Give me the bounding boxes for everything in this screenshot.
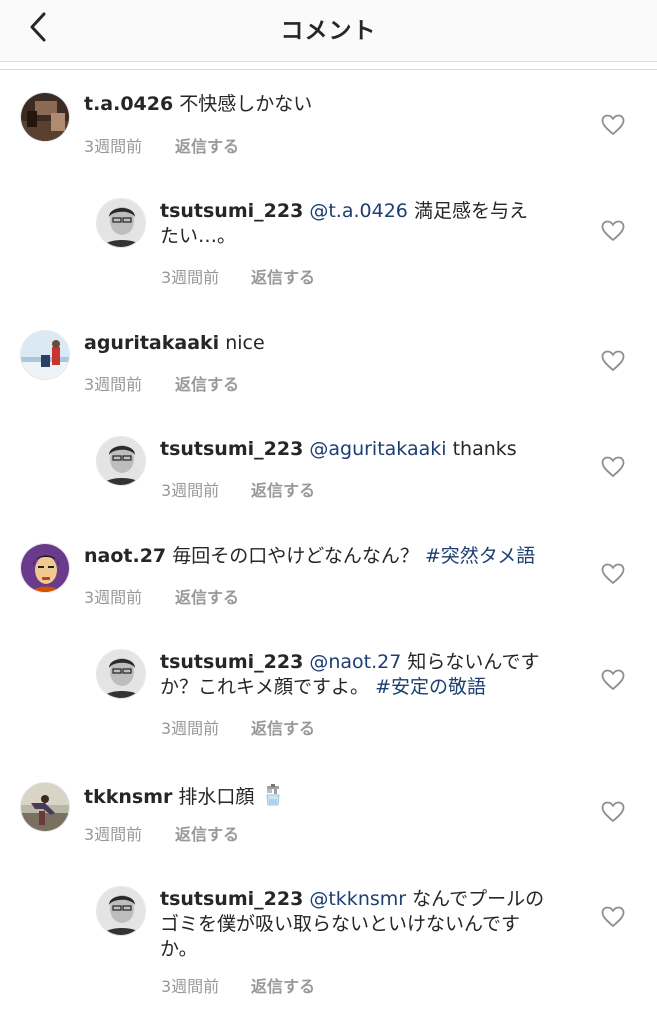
comment-text: tkknsmr 排水口顔: [84, 783, 574, 810]
heart-icon: [601, 220, 625, 242]
like-button[interactable]: [601, 801, 625, 823]
avatar[interactable]: [96, 886, 146, 936]
avatar[interactable]: [96, 198, 146, 248]
comment-timestamp: 3週間前: [161, 481, 220, 500]
avatar-photo-icon: [97, 887, 145, 935]
reply-button[interactable]: 返信する: [175, 133, 239, 157]
avatar-photo-icon: [21, 783, 69, 831]
avatar[interactable]: [20, 782, 70, 832]
comment-text: naot.27 毎回その口やけどなんなん？ #突然タメ語: [84, 544, 604, 569]
comment-item: t.a.0426 不快感しかない 3週間前 返信する: [0, 92, 657, 172]
comment-username[interactable]: tsutsumi_223: [160, 888, 303, 910]
reply-button[interactable]: 返信する: [251, 477, 315, 501]
header-divider-lower: [0, 69, 657, 70]
like-button[interactable]: [601, 563, 625, 585]
hashtag-link[interactable]: #突然タメ語: [425, 545, 535, 567]
comment-timestamp: 3週間前: [84, 137, 143, 156]
comment-body-continued: か。: [160, 938, 198, 960]
comment-body: 満足感を与え: [413, 200, 528, 222]
reply-item: tsutsumi_223 @t.a.0426 満足感を与え たい…。 3週間前 …: [0, 198, 657, 288]
avatar[interactable]: [96, 436, 146, 486]
reply-button[interactable]: 返信する: [251, 973, 315, 997]
comment-username[interactable]: aguritakaaki: [84, 332, 219, 354]
reply-button[interactable]: 返信する: [251, 264, 315, 288]
avatar[interactable]: [20, 92, 70, 142]
faucet-icon: [266, 784, 281, 806]
like-button[interactable]: [601, 456, 625, 478]
comment-body: 排水口顔: [178, 786, 255, 808]
heart-icon: [601, 669, 625, 691]
comment-timestamp: 3週間前: [84, 825, 143, 844]
avatar[interactable]: [96, 649, 146, 699]
avatar-photo-icon: [21, 544, 69, 592]
comment-item: aguritakaaki nice 3週間前 返信する: [0, 330, 657, 400]
comment-body-continued: か？これキメ顔ですよ。: [160, 676, 370, 698]
heart-icon: [601, 114, 625, 136]
avatar-photo-icon: [21, 331, 69, 379]
heart-icon: [601, 801, 625, 823]
comment-text: tsutsumi_223 @tkknsmr なんでプールの ゴミを僕が吸い取らな…: [160, 887, 580, 962]
heart-icon: [601, 906, 625, 928]
page-title: コメント: [280, 18, 377, 44]
like-button[interactable]: [601, 669, 625, 691]
reply-button[interactable]: 返信する: [175, 584, 239, 608]
mention-link[interactable]: @tkknsmr: [309, 888, 406, 910]
comment-body: nice: [225, 332, 265, 354]
comment-timestamp: 3週間前: [84, 375, 143, 394]
comment-body: thanks: [452, 438, 517, 460]
reply-button[interactable]: 返信する: [251, 715, 315, 739]
mention-link[interactable]: @t.a.0426: [309, 200, 408, 222]
comment-body-continued: たい…。: [160, 225, 237, 247]
comment-timestamp: 3週間前: [161, 268, 220, 287]
mention-link[interactable]: @naot.27: [309, 651, 401, 673]
comment-username[interactable]: t.a.0426: [84, 93, 173, 115]
reply-item: tsutsumi_223 @tkknsmr なんでプールの ゴミを僕が吸い取らな…: [0, 886, 657, 1006]
mention-link[interactable]: @aguritakaaki: [309, 438, 446, 460]
comment-body: 不快感しかない: [179, 93, 313, 115]
avatar-photo-icon: [97, 437, 145, 485]
comment-timestamp: 3週間前: [161, 719, 220, 738]
comment-item: tkknsmr 排水口顔 3週間前 返信する: [0, 782, 657, 852]
avatar-photo-icon: [97, 650, 145, 698]
like-button[interactable]: [601, 906, 625, 928]
header-divider: [0, 61, 657, 62]
comment-username[interactable]: tkknsmr: [84, 786, 172, 808]
avatar-photo-icon: [21, 93, 69, 141]
navigation-header: コメント: [0, 0, 657, 62]
reply-item: tsutsumi_223 @naot.27 知らないんです か？これキメ顔ですよ…: [0, 649, 657, 739]
avatar-photo-icon: [97, 199, 145, 247]
comment-username[interactable]: naot.27: [84, 545, 166, 567]
reply-button[interactable]: 返信する: [175, 821, 239, 845]
comment-text: tsutsumi_223 @aguritakaaki thanks: [160, 437, 580, 462]
like-button[interactable]: [601, 220, 625, 242]
comment-body: なんでプールの: [412, 888, 545, 910]
heart-icon: [601, 563, 625, 585]
comment-username[interactable]: tsutsumi_223: [160, 438, 303, 460]
avatar[interactable]: [20, 330, 70, 380]
like-button[interactable]: [601, 114, 625, 136]
comment-item: naot.27 毎回その口やけどなんなん？ #突然タメ語 3週間前 返信する: [0, 543, 657, 613]
comment-text: t.a.0426 不快感しかない: [84, 92, 574, 117]
comment-text: aguritakaaki nice: [84, 331, 574, 356]
comment-username[interactable]: tsutsumi_223: [160, 651, 303, 673]
comment-body: 毎回その口やけどなんなん？: [172, 545, 419, 567]
comment-username[interactable]: tsutsumi_223: [160, 200, 303, 222]
hashtag-link[interactable]: #安定の敬語: [375, 676, 486, 698]
reply-item: tsutsumi_223 @aguritakaaki thanks 3週間前 返…: [0, 436, 657, 506]
comment-text: tsutsumi_223 @naot.27 知らないんです か？これキメ顔ですよ…: [160, 650, 580, 700]
heart-icon: [601, 350, 625, 372]
comment-body: 知らないんです: [407, 651, 540, 673]
heart-icon: [601, 456, 625, 478]
comment-text: tsutsumi_223 @t.a.0426 満足感を与え たい…。: [160, 199, 580, 249]
comment-body-continued: ゴミを僕が吸い取らないといけないんです: [160, 913, 521, 935]
like-button[interactable]: [601, 350, 625, 372]
comment-timestamp: 3週間前: [84, 588, 143, 607]
comment-timestamp: 3週間前: [161, 977, 220, 996]
reply-button[interactable]: 返信する: [175, 371, 239, 395]
avatar[interactable]: [20, 543, 70, 593]
